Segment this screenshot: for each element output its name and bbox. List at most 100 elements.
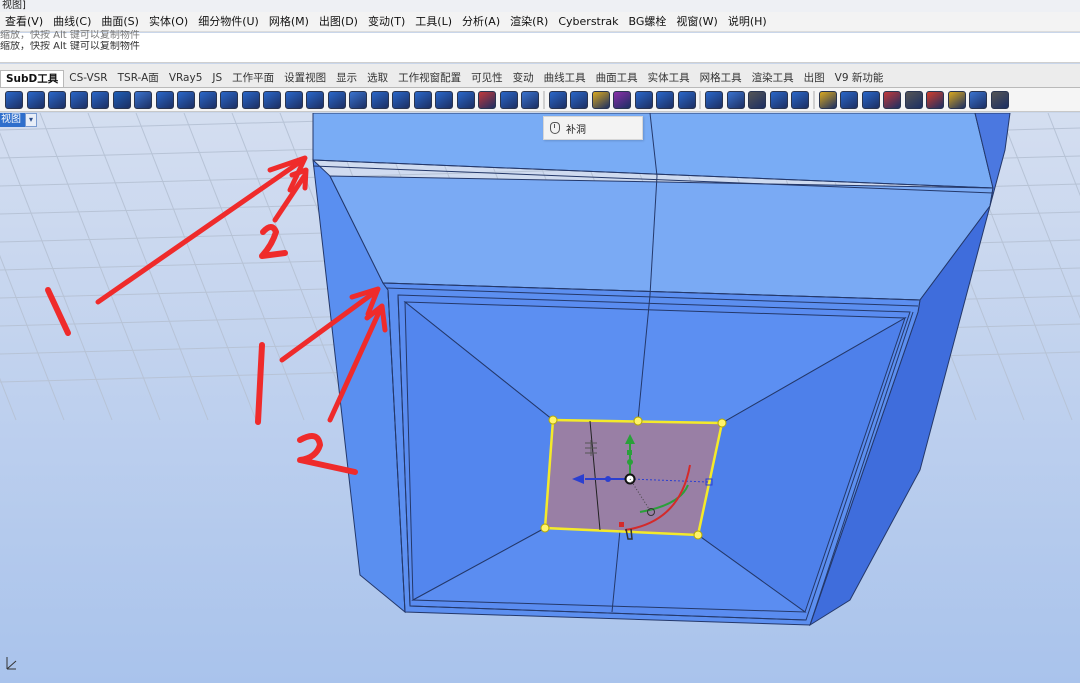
subd-box-icon[interactable] [91,90,109,109]
subd-stitch-icon[interactable] [370,90,389,109]
subd-torus-icon[interactable] [69,90,88,109]
model-front-upper-face[interactable] [329,175,994,301]
subd-sphere-gold-icon[interactable] [818,90,837,109]
subd-crease-icon[interactable] [263,90,281,109]
toolbar-tab[interactable]: 工作视窗配置 [393,70,466,87]
subd-list-icon[interactable] [748,90,766,109]
subd-append-icon[interactable] [521,90,539,109]
subd-flip-icon[interactable] [634,90,653,109]
subd-paint-icon[interactable] [969,90,987,109]
menu-item[interactable]: 工具(L) [410,12,457,32]
subd-cylinder-icon[interactable] [5,90,23,109]
toolbar-tab[interactable]: 选取 [362,70,393,87]
gumball-z-scale-handle[interactable] [627,459,633,465]
menu-item[interactable]: BG螺栓 [624,12,672,32]
subd-refine-icon[interactable] [548,90,567,109]
model-top-face[interactable] [312,113,994,189]
menu-item[interactable]: 变动(T) [363,12,410,32]
menu-item[interactable]: 曲线(C) [48,12,96,32]
subd-fillet-icon[interactable] [134,90,152,109]
viewport-title-tab[interactable]: 视图 ▾ [0,113,37,127]
gumball-x-scale-handle[interactable] [605,476,611,482]
subd-box-mode-icon[interactable] [613,90,631,109]
viewport-menu-dropdown-icon[interactable]: ▾ [25,113,37,127]
control-point[interactable] [717,418,727,428]
control-point[interactable] [540,523,550,533]
control-point[interactable] [548,415,558,425]
toolbar-tab[interactable]: CS-VSR [64,70,112,87]
toolbar-tab[interactable]: SubD工具 [0,70,65,87]
subd-fill-hole-icon[interactable] [499,90,518,109]
toolbar-tab[interactable]: 渲染工具 [747,70,799,87]
subd-sphere-blue-icon[interactable] [840,90,858,109]
toolbar-tab[interactable]: 工作平面 [227,70,279,87]
menu-item[interactable]: 实体(O) [144,12,193,32]
subd-align-icon[interactable] [478,90,496,109]
menu-item[interactable]: Cyberstrak [553,12,623,32]
subd-transform-icon[interactable] [791,90,809,109]
subd-sphere-icon[interactable] [26,90,45,109]
toolbar-tab[interactable]: 变动 [508,70,539,87]
subd-slide-icon[interactable] [413,90,432,109]
subd-no-entry-icon[interactable] [883,90,901,109]
toolbar-tab[interactable]: TSR-A面 [113,70,164,87]
subd-sphere-cut-icon[interactable] [861,90,880,109]
toolbar-tab[interactable]: 曲线工具 [539,70,591,87]
subd-quad-remesh-icon[interactable] [349,90,367,109]
subd-to-nurbs-icon[interactable] [570,90,588,109]
menu-item[interactable]: 曲面(S) [96,12,144,32]
gumball-green-handle[interactable] [627,450,632,455]
subd-sweep-icon[interactable] [726,90,745,109]
toolbar-tab[interactable]: 网格工具 [695,70,747,87]
perspective-viewport[interactable] [0,113,1080,683]
subd-grid-icon[interactable] [392,90,410,109]
subd-loft-icon[interactable] [155,90,174,109]
menu-item[interactable]: 渲染(R) [505,12,553,32]
subd-arrow-red-icon[interactable] [926,90,944,109]
subd-patch-icon[interactable] [198,90,217,109]
subd-extrude-icon[interactable] [220,90,238,109]
subd-pipe-icon[interactable] [177,90,195,109]
toolbar-tab[interactable]: 曲面工具 [591,70,643,87]
arrow-1-top [95,159,303,305]
subd-display-icon[interactable] [591,90,610,109]
subd-bevel-icon[interactable] [327,90,346,109]
menu-item[interactable]: 分析(A) [457,12,505,32]
grid-line [1047,113,1080,197]
toolbar-tab[interactable]: 实体工具 [643,70,695,87]
subd-merge-icon[interactable] [435,90,453,109]
subd-ellipsoid-icon[interactable] [48,90,66,109]
menu-item[interactable]: 查看(V) [0,12,48,32]
subd-insert-point-icon[interactable] [284,90,303,109]
toolbar-tab[interactable]: 设置视图 [279,70,331,87]
menu-item[interactable]: 视窗(W) [671,12,722,32]
subd-dots-icon[interactable] [656,90,674,109]
control-point[interactable] [633,416,643,426]
subd-star-icon[interactable] [456,90,475,109]
toolbar-tab[interactable]: 可见性 [466,70,508,87]
toolbar-tab[interactable]: V9 新功能 [830,70,889,87]
subd-mesh-icon[interactable] [677,90,696,109]
viewport-title[interactable]: 视图 [0,113,25,127]
mouse-icon [550,122,560,134]
subd-offset-icon[interactable] [306,90,324,109]
toolbar-tab[interactable]: 出图 [799,70,830,87]
subd-bridge-icon[interactable] [241,90,260,109]
subd-layers-icon[interactable] [990,90,1009,109]
menu-item[interactable]: 说明(H) [723,12,772,32]
subd-tools-icon[interactable] [769,90,788,109]
toolbar-tab[interactable]: JS [207,70,227,87]
menu-item[interactable]: 出图(D) [314,12,363,32]
toolbar-tab[interactable]: VRay5 [164,70,208,87]
subd-model[interactable] [312,113,1011,627]
gumball-red-handle[interactable] [619,522,624,527]
menu-item[interactable]: 细分物件(U) [193,12,264,32]
subd-gear-icon[interactable] [947,90,966,109]
control-point[interactable] [693,530,703,540]
menu-item[interactable]: 网格(M) [264,12,314,32]
toolbar-tab[interactable]: 显示 [331,70,362,87]
subd-bracket-icon[interactable] [904,90,923,109]
subd-weld-icon[interactable] [705,90,723,109]
subd-cone-icon[interactable] [112,90,131,109]
viewport-canvas[interactable] [0,113,1080,683]
